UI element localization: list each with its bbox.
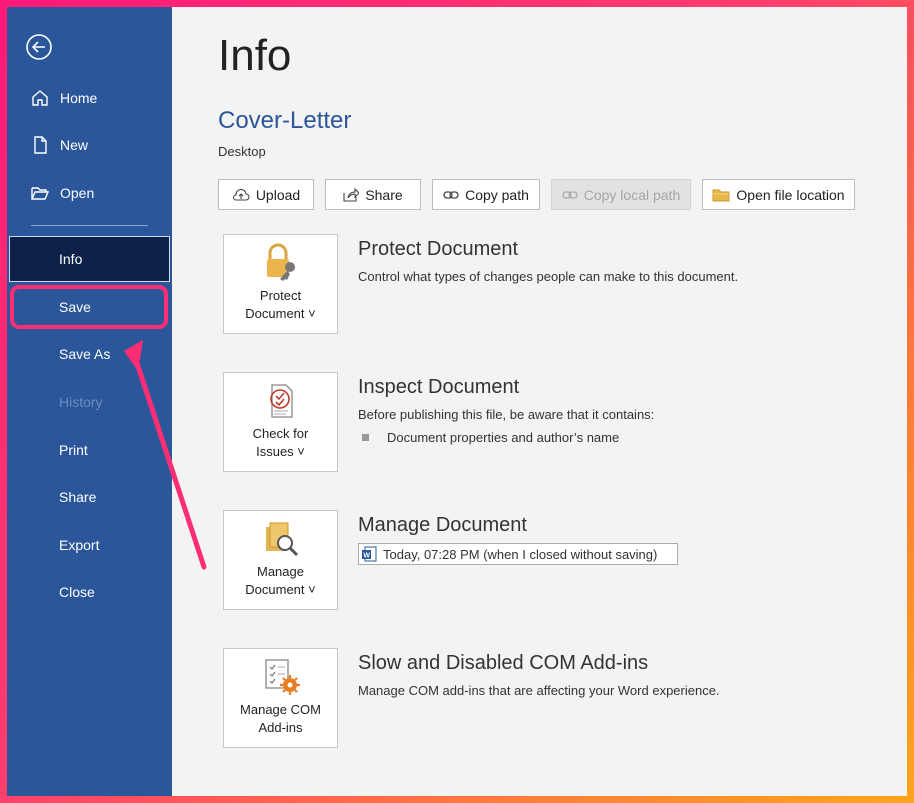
sidebar-item-home[interactable]: Home: [7, 78, 172, 118]
new-document-icon: [29, 134, 51, 156]
document-location: Desktop: [218, 144, 266, 159]
inspect-bullet-item: Document properties and author’s name: [362, 430, 619, 445]
lock-key-icon: [266, 243, 295, 281]
inspect-document-title: Inspect Document: [358, 376, 520, 398]
upload-button[interactable]: Upload: [218, 179, 314, 210]
sidebar-item-save-as[interactable]: Save As: [7, 334, 172, 374]
word-document-icon: W: [362, 546, 377, 562]
inspect-bullet-text: Document properties and author’s name: [387, 430, 620, 445]
manage-document-button[interactable]: Manage Document ˅: [223, 510, 338, 610]
manage-document-line2: Document ˅: [245, 582, 316, 597]
version-text: Today, 07:28 PM (when I closed without s…: [383, 546, 658, 562]
back-arrow-icon: [26, 34, 52, 60]
sidebar-item-label: Open: [60, 185, 95, 201]
upload-icon: [232, 188, 250, 201]
sidebar-item-open[interactable]: Open: [7, 173, 172, 213]
sidebar-divider: [31, 225, 148, 226]
sidebar-item-label: Print: [59, 442, 88, 458]
sidebar-item-label: History: [59, 394, 103, 410]
protect-document-title: Protect Document: [358, 238, 519, 260]
check-issues-line1: Check for: [252, 426, 309, 441]
open-file-location-label: Open file location: [736, 186, 845, 203]
save-highlight-outline: [10, 285, 168, 329]
word-backstage-window: Home New Open Info Save Save As History: [7, 7, 907, 796]
folder-icon: [712, 189, 730, 201]
inspect-document-icon: [269, 384, 293, 418]
autosave-version-link[interactable]: W Today, 07:28 PM (when I closed without…: [358, 543, 678, 565]
manage-com-addins-button[interactable]: Manage COM Add-ins: [223, 648, 338, 748]
protect-button-line1: Protect: [259, 288, 302, 303]
copy-local-path-button: Copy local path: [551, 179, 691, 210]
manage-document-line1: Manage: [257, 564, 304, 579]
check-for-issues-button[interactable]: Check for Issues ˅: [223, 372, 338, 472]
svg-text:W: W: [363, 553, 370, 560]
sidebar-item-label: Info: [59, 251, 83, 267]
open-file-location-button[interactable]: Open file location: [702, 179, 855, 210]
sidebar-item-info[interactable]: Info: [9, 236, 170, 282]
sidebar-item-label: Share: [59, 489, 97, 505]
sidebar-item-label: New: [60, 137, 89, 153]
copy-path-button[interactable]: Copy path: [432, 179, 540, 210]
link-icon: [562, 190, 578, 199]
bullet-square: [362, 434, 369, 441]
manage-com-line1: Manage COM: [240, 702, 321, 717]
share-label: Share: [365, 186, 403, 203]
upload-label: Upload: [255, 186, 301, 203]
com-addins-title: Slow and Disabled COM Add-ins: [358, 652, 649, 674]
document-name: Cover-Letter: [218, 107, 352, 134]
info-pane: Info Cover-Letter Desktop Upload Share C…: [172, 7, 907, 796]
sidebar-item-label: Save As: [59, 346, 111, 362]
backstage-sidebar: Home New Open Info Save Save As History: [7, 7, 172, 796]
sidebar-item-print[interactable]: Print: [7, 430, 172, 470]
sidebar-item-history: History: [7, 382, 172, 422]
share-icon: [343, 187, 360, 202]
protect-button-line2: Document ˅: [245, 306, 316, 321]
sidebar-item-label: Export: [59, 537, 100, 553]
sidebar-item-new[interactable]: New: [7, 125, 172, 165]
protect-document-button[interactable]: Protect Document ˅: [223, 234, 338, 334]
sidebar-item-label: Close: [59, 584, 95, 600]
sidebar-item-label: Home: [60, 90, 98, 106]
check-issues-line2: Issues ˅: [256, 444, 305, 459]
sidebar-item-share[interactable]: Share: [7, 477, 172, 517]
link-icon: [443, 190, 459, 199]
share-button[interactable]: Share: [325, 179, 421, 210]
back-button[interactable]: [24, 32, 54, 62]
sidebar-item-close[interactable]: Close: [7, 572, 172, 612]
manage-document-title: Manage Document: [358, 514, 527, 536]
manage-com-line2: Add-ins: [258, 720, 303, 735]
inspect-document-desc: Before publishing this file, be aware th…: [358, 407, 655, 422]
open-folder-icon: [29, 182, 51, 204]
home-icon: [29, 87, 51, 109]
copy-local-path-label: Copy local path: [583, 186, 681, 203]
sidebar-item-export[interactable]: Export: [7, 525, 172, 565]
com-addins-desc: Manage COM add-ins that are affecting yo…: [358, 683, 720, 698]
addins-gear-icon: [264, 659, 300, 695]
copy-path-label: Copy path: [465, 186, 529, 203]
page-title: Info: [218, 31, 292, 80]
protect-document-desc: Control what types of changes people can…: [358, 269, 739, 284]
manage-document-icon: [265, 522, 298, 557]
